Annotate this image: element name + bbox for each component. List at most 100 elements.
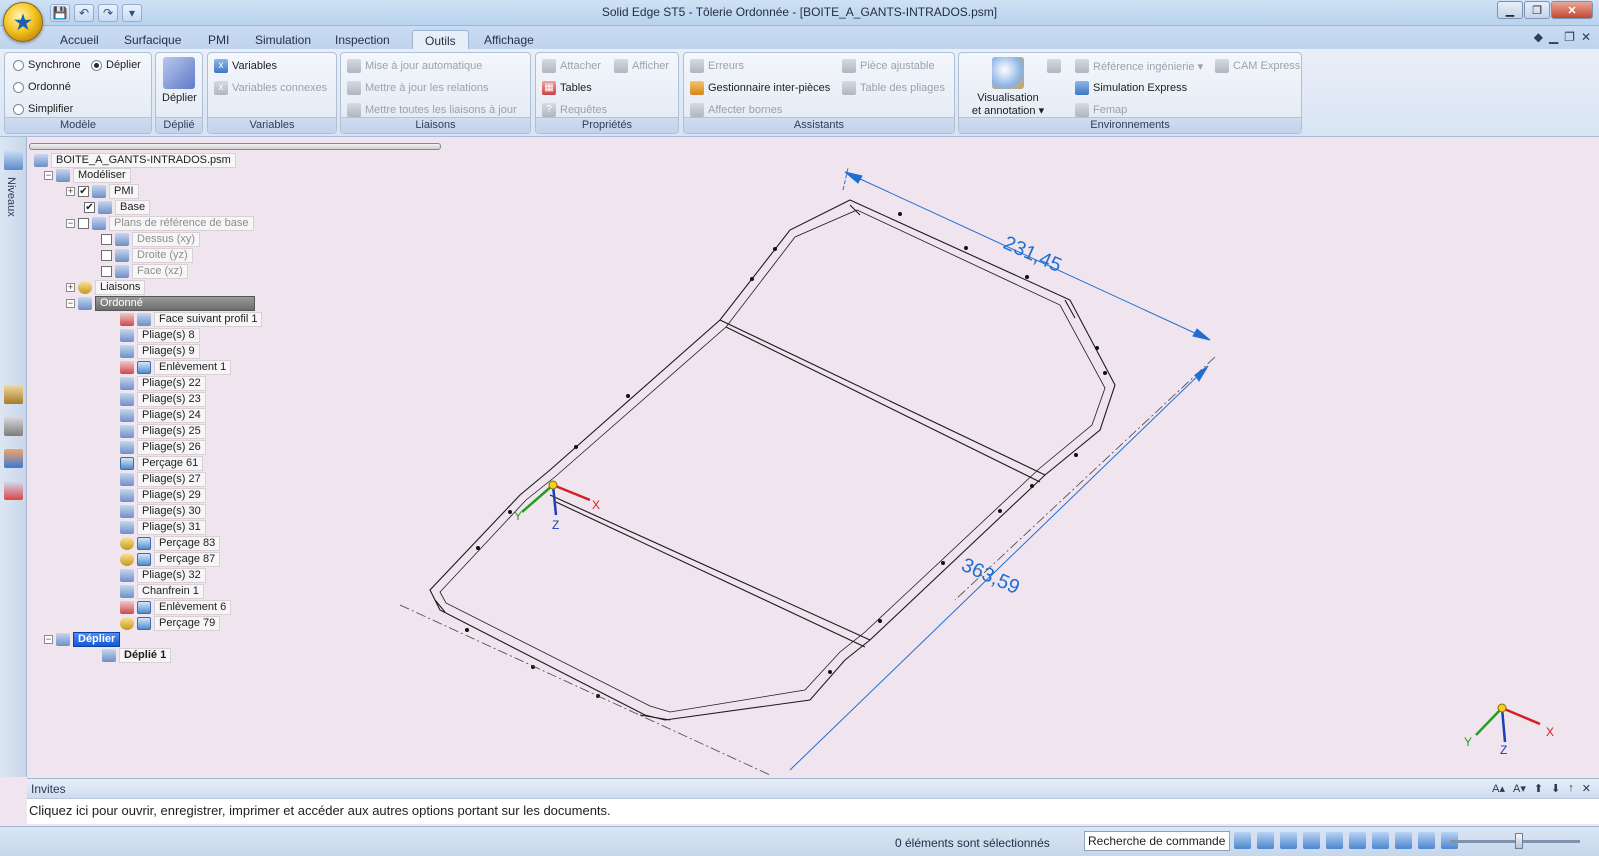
render-icon[interactable] — [1047, 59, 1061, 73]
variables-button[interactable]: x Variables — [214, 59, 277, 73]
dimension-width-label[interactable]: 231,45 — [1000, 232, 1065, 277]
femap-button[interactable]: Femap — [1075, 103, 1127, 117]
group-liaisons: Mise à jour automatique Mettre à jour le… — [340, 52, 531, 134]
font-decrease-button[interactable]: A▾ — [1513, 782, 1526, 795]
gestionnaire-button[interactable]: Gestionnaire inter-pièces — [690, 81, 830, 95]
mise-a-jour-auto-button[interactable]: Mise à jour automatique — [347, 59, 482, 73]
group-deplie: Déplier Déplié — [155, 52, 203, 134]
radio-synchrone[interactable]: Synchrone — [13, 59, 81, 71]
tab-pmi[interactable]: PMI — [196, 30, 241, 50]
invites-close-button[interactable]: ✕ — [1582, 782, 1591, 795]
app-logo-icon: ★ — [14, 11, 32, 34]
dimension-lines — [789, 167, 1211, 771]
holes — [465, 212, 1107, 698]
svg-text:Z: Z — [552, 518, 559, 532]
deplier-button[interactable]: Déplier — [162, 57, 197, 105]
close-button[interactable]: ✕ — [1551, 1, 1593, 19]
pathfinder-icon[interactable] — [4, 385, 23, 404]
spin-icon[interactable] — [1372, 832, 1389, 849]
doc-close-button[interactable]: ✕ — [1581, 30, 1591, 44]
invites-message[interactable]: Cliquez ici pour ouvrir, enregistrer, im… — [27, 798, 1599, 824]
help-icon[interactable]: ◆ — [1534, 30, 1543, 44]
tab-simulation[interactable]: Simulation — [243, 30, 323, 50]
maj-relations-button[interactable]: Mettre à jour les relations — [347, 81, 489, 95]
tab-affichage[interactable]: Affichage — [472, 30, 546, 50]
view-orientation-icon[interactable] — [1418, 832, 1435, 849]
doc-restore-button[interactable]: ❐ — [1564, 30, 1575, 44]
radio-icon — [13, 103, 24, 115]
radio-icon — [13, 59, 24, 71]
tab-outils[interactable]: Outils — [412, 30, 469, 50]
application-button[interactable]: ★ — [3, 2, 43, 42]
pan-icon[interactable] — [1326, 832, 1343, 849]
zoom-slider-thumb[interactable] — [1515, 833, 1523, 849]
refresh-icon[interactable] — [1234, 832, 1251, 849]
tables-button[interactable]: ▦ Tables — [542, 81, 592, 95]
reference-ingenierie-button[interactable]: Référence ingénierie ▾ — [1075, 59, 1203, 73]
zoom-area-icon[interactable] — [1257, 832, 1274, 849]
piece-ajustable-button[interactable]: Pièce ajustable — [842, 59, 935, 73]
flatten-icon — [163, 57, 196, 89]
group-label: Environnements — [959, 117, 1301, 133]
radio-deplier[interactable]: Déplier — [91, 59, 141, 71]
rotate-icon[interactable] — [1349, 832, 1366, 849]
doc-minimize-button[interactable]: ▁ — [1549, 30, 1558, 44]
group-assistants: Erreurs Pièce ajustable Gestionnaire int… — [683, 52, 955, 134]
errors-icon — [690, 59, 704, 73]
group-label: Modèle — [5, 117, 151, 133]
table-icon: ▦ — [542, 81, 556, 95]
minimize-button[interactable]: ▁ — [1497, 1, 1523, 19]
radio-simplifier[interactable]: Simplifier — [13, 103, 73, 115]
query-icon: ? — [542, 103, 556, 117]
cam-express-button[interactable]: CAM Express — [1215, 59, 1300, 73]
invites-header: Invites A▴ A▾ ⬆ ⬇ ↑ ✕ — [27, 778, 1599, 798]
zoom-icon[interactable] — [1280, 832, 1297, 849]
group-proprietes: Attacher Afficher ▦ Tables ? Requêtes Prop… — [535, 52, 679, 134]
color-icon[interactable] — [4, 449, 23, 468]
window-title: Solid Edge ST5 - Tôlerie Ordonnée - [BOI… — [601, 5, 998, 19]
maximize-button[interactable]: ❐ — [1524, 1, 1550, 19]
title-bar: 💾 ↶ ↷ ▾ Solid Edge ST5 - Tôlerie Ordonné… — [0, 0, 1599, 26]
tab-inspection[interactable]: Inspection — [323, 30, 402, 50]
feature-library-icon[interactable] — [4, 417, 23, 436]
affecter-bornes-button[interactable]: Affecter bornes — [690, 103, 782, 117]
variables-connexes-button[interactable]: x Variables connexes — [214, 81, 327, 95]
tab-surfacique[interactable]: Surfacique — [112, 30, 193, 50]
group-label: Liaisons — [341, 117, 530, 133]
pathfinder-scrollbar[interactable] — [29, 143, 441, 150]
ribbon: Synchrone Déplier Ordonné Simplifier Mod… — [0, 49, 1599, 137]
link-update-icon — [347, 59, 361, 73]
requetes-button[interactable]: ? Requêtes — [542, 103, 607, 117]
collapse-up-button[interactable]: ⬆ — [1534, 782, 1543, 795]
variables-connexes-icon: x — [214, 81, 228, 95]
radio-ordonne[interactable]: Ordonné — [13, 81, 71, 93]
tab-accueil[interactable]: Accueil — [48, 30, 111, 50]
afficher-button[interactable]: Afficher — [614, 59, 669, 73]
font-increase-button[interactable]: A▴ — [1492, 782, 1505, 795]
maj-liaisons-button[interactable]: Mettre toutes les liaisons à jour — [347, 103, 517, 117]
bend-table-icon — [842, 81, 856, 95]
model-viewport[interactable]: 231,45 363,59 X Y Z X Y Z — [27, 150, 1599, 776]
dimension-length-label[interactable]: 363,59 — [958, 554, 1023, 599]
shaded-view-icon[interactable] — [1395, 832, 1412, 849]
properties-icon[interactable] — [4, 481, 23, 500]
table-pliages-button[interactable]: Table des pliages — [842, 81, 945, 95]
group-label: Assistants — [684, 117, 954, 133]
group-variables: x Variables x Variables connexes Variables — [207, 52, 337, 134]
command-search-input[interactable]: Recherche de commande — [1084, 831, 1230, 851]
fit-icon[interactable] — [1303, 832, 1320, 849]
status-bar: 0 éléments sont sélectionnés Recherche d… — [0, 826, 1599, 856]
erreurs-button[interactable]: Erreurs — [690, 59, 744, 73]
pin-button[interactable]: ↑ — [1568, 782, 1574, 795]
attacher-button[interactable]: Attacher — [542, 59, 601, 73]
visualisation-button[interactable]: Visualisation et annotation ▾ — [965, 57, 1051, 118]
sheet-metal-part — [429, 199, 1116, 721]
view-triad[interactable]: X Y Z — [1464, 703, 1554, 757]
svg-text:Y: Y — [514, 509, 522, 523]
niveaux-tab[interactable]: Niveaux — [5, 177, 17, 217]
layers-icon[interactable] — [4, 151, 23, 170]
simulation-express-button[interactable]: Simulation Express — [1075, 81, 1187, 95]
ribbon-tabs: Accueil Surfacique PMI Simulation Inspec… — [0, 26, 1599, 50]
expand-down-button[interactable]: ⬇ — [1551, 782, 1560, 795]
inter-part-manager-icon — [690, 81, 704, 95]
